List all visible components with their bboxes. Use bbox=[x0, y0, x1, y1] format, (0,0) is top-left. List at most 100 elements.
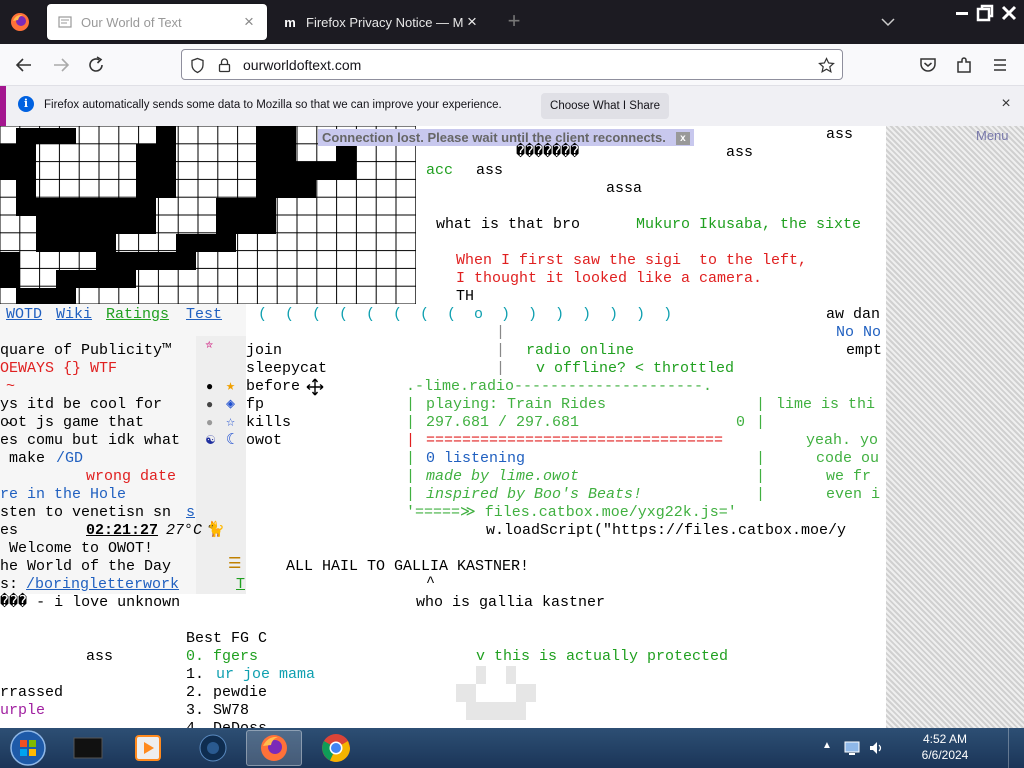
text-cell: aw dan bbox=[826, 306, 881, 323]
text-cell: make bbox=[0, 450, 46, 467]
extensions-puzzle-icon[interactable] bbox=[953, 54, 975, 76]
choose-what-i-share-button[interactable]: Choose What I Share bbox=[541, 93, 669, 119]
text-cell: ass bbox=[476, 162, 504, 179]
hamburger-menu-icon[interactable] bbox=[989, 54, 1011, 76]
wotd-link[interactable]: WOTD bbox=[6, 306, 42, 324]
taskbar-chrome[interactable] bbox=[308, 730, 364, 766]
pocket-icon[interactable] bbox=[917, 54, 939, 76]
text-cell: OEWAYS {} WTF bbox=[0, 360, 118, 377]
connection-lost-banner: Connection lost. Please wait until the c… bbox=[318, 129, 694, 146]
text-cell: | bbox=[406, 396, 416, 413]
taskbar-terminal[interactable] bbox=[60, 730, 116, 766]
show-hidden-icons-icon[interactable]: ▲ bbox=[822, 740, 838, 756]
owot-favicon-icon bbox=[57, 14, 73, 30]
taskbar-firefox[interactable] bbox=[246, 730, 302, 766]
files-link-text[interactable]: '=====≫ files.catbox.moe/yxg22k.js=' bbox=[406, 504, 737, 522]
forward-arrow-icon[interactable] bbox=[50, 54, 72, 76]
info-icon: i bbox=[18, 96, 34, 112]
text-cell: yeah. yo bbox=[806, 432, 879, 449]
text-cell: radio online bbox=[526, 342, 635, 359]
clock-date: 6/6/2024 bbox=[921, 748, 969, 762]
clock-time: 4:52 AM bbox=[922, 732, 968, 746]
text-cell: | bbox=[496, 324, 506, 341]
text-cell: lime is thi bbox=[776, 396, 876, 413]
tab-title: Firefox Privacy Notice — Mozilla bbox=[306, 14, 464, 30]
url-bar[interactable]: ourworldoftext.com bbox=[181, 49, 843, 80]
owot-canvas[interactable]: Menu Connection lost. Please wait until … bbox=[0, 126, 1024, 728]
text-cell: re in the Hole bbox=[0, 486, 127, 503]
text-cell: | bbox=[756, 450, 766, 467]
lime-radio-title: .-lime.radio---------------------. bbox=[406, 378, 713, 395]
wiki-link[interactable]: Wiki bbox=[56, 306, 92, 324]
text-cell: 0 bbox=[736, 414, 746, 431]
close-banner-icon[interactable]: x bbox=[675, 132, 690, 146]
list-all-tabs-chevron-icon[interactable] bbox=[878, 12, 898, 32]
text-cell: ~ bbox=[6, 378, 16, 395]
taskbar-app[interactable] bbox=[185, 730, 241, 766]
text-cell: ^ bbox=[426, 574, 436, 591]
diamond-icon: ◈ bbox=[226, 396, 236, 413]
text-cell: acc bbox=[426, 162, 454, 179]
tab-close-icon[interactable]: × bbox=[241, 12, 257, 32]
back-arrow-icon[interactable] bbox=[13, 54, 35, 76]
text-cell: empt bbox=[846, 342, 883, 359]
text-cell: es comu but idk what bbox=[0, 432, 181, 449]
text-cell: /GD bbox=[56, 450, 84, 467]
text-cell: s: bbox=[0, 576, 28, 593]
close-window-icon[interactable] bbox=[998, 2, 1020, 24]
text-cell: | bbox=[756, 396, 766, 413]
close-notification-icon[interactable]: × bbox=[996, 95, 1016, 115]
pixel-block bbox=[456, 684, 476, 702]
emoji-icon: ✮ bbox=[205, 337, 214, 353]
new-tab-plus-icon[interactable]: + bbox=[503, 10, 525, 32]
start-button[interactable] bbox=[0, 730, 56, 766]
bookmark-star-icon[interactable] bbox=[818, 57, 835, 74]
text-cell: 4. DeDoss bbox=[186, 720, 267, 728]
owot-menu-button[interactable]: Menu bbox=[976, 128, 1009, 143]
text-cell: w.loadScript("https://files.catbox.moe/y bbox=[486, 522, 847, 539]
tab-title: Our World of Text bbox=[81, 14, 182, 30]
text-cell: | bbox=[406, 450, 416, 467]
tab-close-icon[interactable]: × bbox=[464, 12, 480, 32]
temperature-text: 27°C bbox=[166, 522, 203, 539]
pixel-block bbox=[516, 684, 536, 702]
track-time-text: 297.681 / 297.681 bbox=[426, 414, 580, 431]
notification-message: Firefox automatically sends some data to… bbox=[44, 99, 502, 111]
bullet-icon: ● bbox=[206, 416, 214, 430]
text-cell: who is gallia kastner bbox=[416, 594, 606, 611]
test-link[interactable]: Test bbox=[186, 306, 222, 324]
show-desktop-button[interactable] bbox=[1008, 728, 1024, 768]
boringletterwork-link[interactable]: /boringletterwork bbox=[26, 576, 179, 594]
text-cell: ass bbox=[726, 144, 754, 161]
tab-firefox-privacy-notice[interactable]: m Firefox Privacy Notice — Mozilla × bbox=[272, 4, 490, 40]
text-cell: ass bbox=[86, 648, 114, 665]
text-cell: 1. bbox=[186, 666, 214, 683]
system-clock[interactable]: 4:52 AM 6/6/2024 bbox=[900, 731, 990, 763]
restore-icon[interactable] bbox=[974, 2, 996, 24]
text-cell: even i bbox=[826, 486, 881, 503]
text-cell: | bbox=[756, 468, 766, 485]
reload-icon[interactable] bbox=[85, 54, 107, 76]
taskbar-media-player[interactable] bbox=[120, 730, 176, 766]
firefox-menu-icon[interactable] bbox=[10, 12, 30, 32]
terminal-icon bbox=[73, 737, 103, 759]
text-cell: owot bbox=[246, 432, 283, 449]
tracking-protection-shield-icon[interactable] bbox=[189, 57, 206, 74]
text-cell: he World of the Day bbox=[0, 558, 172, 575]
text-cell: ������� bbox=[516, 144, 580, 161]
misc-icon: ☾ bbox=[226, 432, 236, 449]
text-link[interactable]: s bbox=[186, 504, 195, 522]
star-icon: ★ bbox=[226, 378, 236, 395]
minimize-icon[interactable] bbox=[951, 2, 973, 24]
tab-our-world-of-text[interactable]: Our World of Text × bbox=[47, 4, 267, 40]
text-cell: | bbox=[406, 414, 416, 431]
text-cell: | bbox=[756, 414, 766, 431]
text-cell: | bbox=[496, 342, 506, 359]
t-link[interactable]: T bbox=[236, 576, 245, 594]
site-lock-icon[interactable] bbox=[216, 57, 233, 74]
text-cell: Best FG C bbox=[186, 630, 268, 647]
text-cell: ( ( ( ( ( ( ( ( o ) ) ) ) ) ) ) bbox=[258, 306, 673, 323]
ratings-link[interactable]: Ratings bbox=[106, 306, 169, 324]
volume-icon[interactable] bbox=[868, 740, 884, 756]
network-icon[interactable] bbox=[844, 740, 860, 756]
